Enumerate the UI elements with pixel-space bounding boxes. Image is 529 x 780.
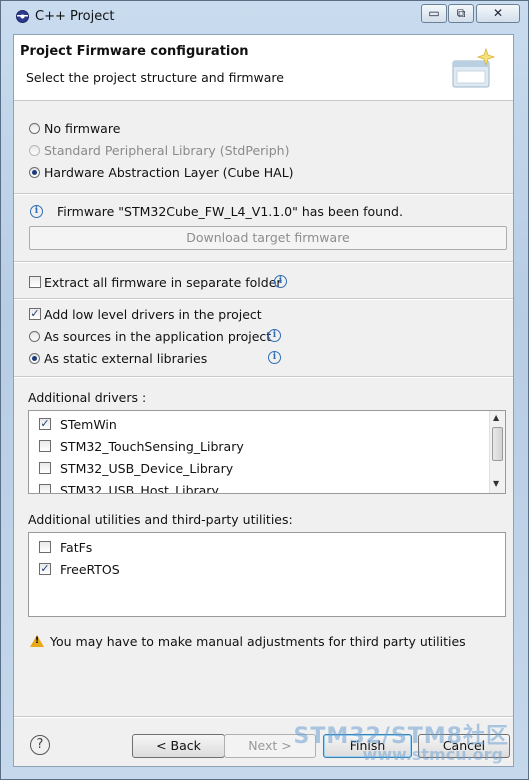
driver-usb-device-checkbox[interactable] bbox=[39, 462, 51, 474]
close-button[interactable]: ✕ bbox=[476, 4, 520, 23]
driver-usb-host-label: STM32_USB_Host_Library bbox=[60, 483, 219, 494]
extract-info-icon[interactable]: i bbox=[274, 275, 287, 288]
additional-utilities-list[interactable]: FatFs ✓ FreeRTOS bbox=[28, 532, 506, 617]
separator bbox=[14, 261, 513, 263]
title-bar[interactable]: C++ Project ▭ ⧉ ✕ bbox=[0, 0, 529, 32]
radio-cube-hal[interactable] bbox=[29, 167, 40, 178]
driver-touchsensing-checkbox[interactable] bbox=[39, 440, 51, 452]
download-firmware-button[interactable]: Download target firmware bbox=[29, 226, 507, 250]
driver-usb-host-checkbox[interactable] bbox=[39, 484, 51, 493]
restore-button[interactable]: ⧉ bbox=[448, 4, 474, 23]
utility-freertos-label: FreeRTOS bbox=[60, 562, 120, 577]
driver-touchsensing-label: STM32_TouchSensing_Library bbox=[60, 439, 244, 454]
scroll-up-arrow-icon[interactable]: ▲ bbox=[493, 413, 499, 422]
radio-no-firmware[interactable] bbox=[29, 123, 40, 134]
minimize-icon: ▭ bbox=[428, 6, 440, 20]
radio-static-libraries[interactable] bbox=[29, 353, 40, 364]
wizard-header: Project Firmware configuration Select th… bbox=[14, 35, 513, 101]
wizard-dialog: Project Firmware configuration Select th… bbox=[13, 34, 514, 767]
separator bbox=[14, 298, 513, 300]
additional-drivers-list[interactable]: ✓ STemWin STM32_TouchSensing_Library STM… bbox=[28, 410, 506, 494]
utility-fatfs-label: FatFs bbox=[60, 540, 93, 555]
additional-utilities-label: Additional utilities and third-party uti… bbox=[28, 512, 293, 527]
separator bbox=[14, 193, 513, 195]
minimize-button[interactable]: ▭ bbox=[421, 4, 447, 23]
info-icon: i bbox=[30, 205, 43, 218]
low-level-drivers-label: Add low level drivers in the project bbox=[44, 307, 262, 322]
sources-info-icon[interactable]: i bbox=[268, 329, 281, 342]
extract-firmware-label: Extract all firmware in separate folder bbox=[44, 275, 282, 290]
stdperiph-label: Standard Peripheral Library (StdPeriph) bbox=[44, 143, 290, 158]
restore-icon: ⧉ bbox=[456, 6, 466, 20]
scroll-down-arrow-icon[interactable]: ▼ bbox=[493, 479, 499, 488]
utility-freertos-checkbox[interactable]: ✓ bbox=[39, 563, 51, 575]
extract-firmware-checkbox[interactable] bbox=[29, 276, 41, 288]
radio-stdperiph[interactable] bbox=[29, 145, 40, 156]
radio-as-sources[interactable] bbox=[29, 331, 40, 342]
watermark-url: www.stmcu.org bbox=[362, 745, 503, 764]
low-level-drivers-checkbox[interactable]: ✓ bbox=[29, 308, 41, 320]
additional-drivers-label: Additional drivers : bbox=[28, 390, 147, 405]
driver-usb-device-label: STM32_USB_Device_Library bbox=[60, 461, 234, 476]
no-firmware-label: No firmware bbox=[44, 121, 121, 136]
back-button[interactable]: < Back bbox=[132, 734, 225, 758]
static-libraries-label: As static external libraries bbox=[44, 351, 208, 366]
help-icon[interactable]: ? bbox=[30, 735, 50, 755]
driver-stemwin-checkbox[interactable]: ✓ bbox=[39, 418, 51, 430]
eclipse-app-icon bbox=[16, 10, 29, 23]
firmware-status-text: Firmware "STM32Cube_FW_L4_V1.1.0" has be… bbox=[57, 204, 403, 219]
drivers-scrollbar[interactable]: ▲ ▼ bbox=[489, 411, 505, 493]
close-icon: ✕ bbox=[492, 6, 504, 20]
utility-fatfs-checkbox[interactable] bbox=[39, 541, 51, 553]
page-subtitle: Select the project structure and firmwar… bbox=[26, 70, 284, 85]
separator bbox=[14, 376, 513, 378]
cube-hal-label: Hardware Abstraction Layer (Cube HAL) bbox=[44, 165, 294, 180]
as-sources-label: As sources in the application project bbox=[44, 329, 272, 344]
static-info-icon[interactable]: i bbox=[268, 351, 281, 364]
warning-icon: ! bbox=[30, 635, 44, 648]
wizard-banner-icon bbox=[452, 47, 496, 88]
driver-stemwin-label: STemWin bbox=[60, 417, 117, 432]
page-title: Project Firmware configuration bbox=[20, 44, 249, 59]
window-title: C++ Project bbox=[35, 9, 115, 24]
warning-text: You may have to make manual adjustments … bbox=[50, 634, 466, 649]
scrollbar-thumb[interactable] bbox=[492, 427, 503, 461]
